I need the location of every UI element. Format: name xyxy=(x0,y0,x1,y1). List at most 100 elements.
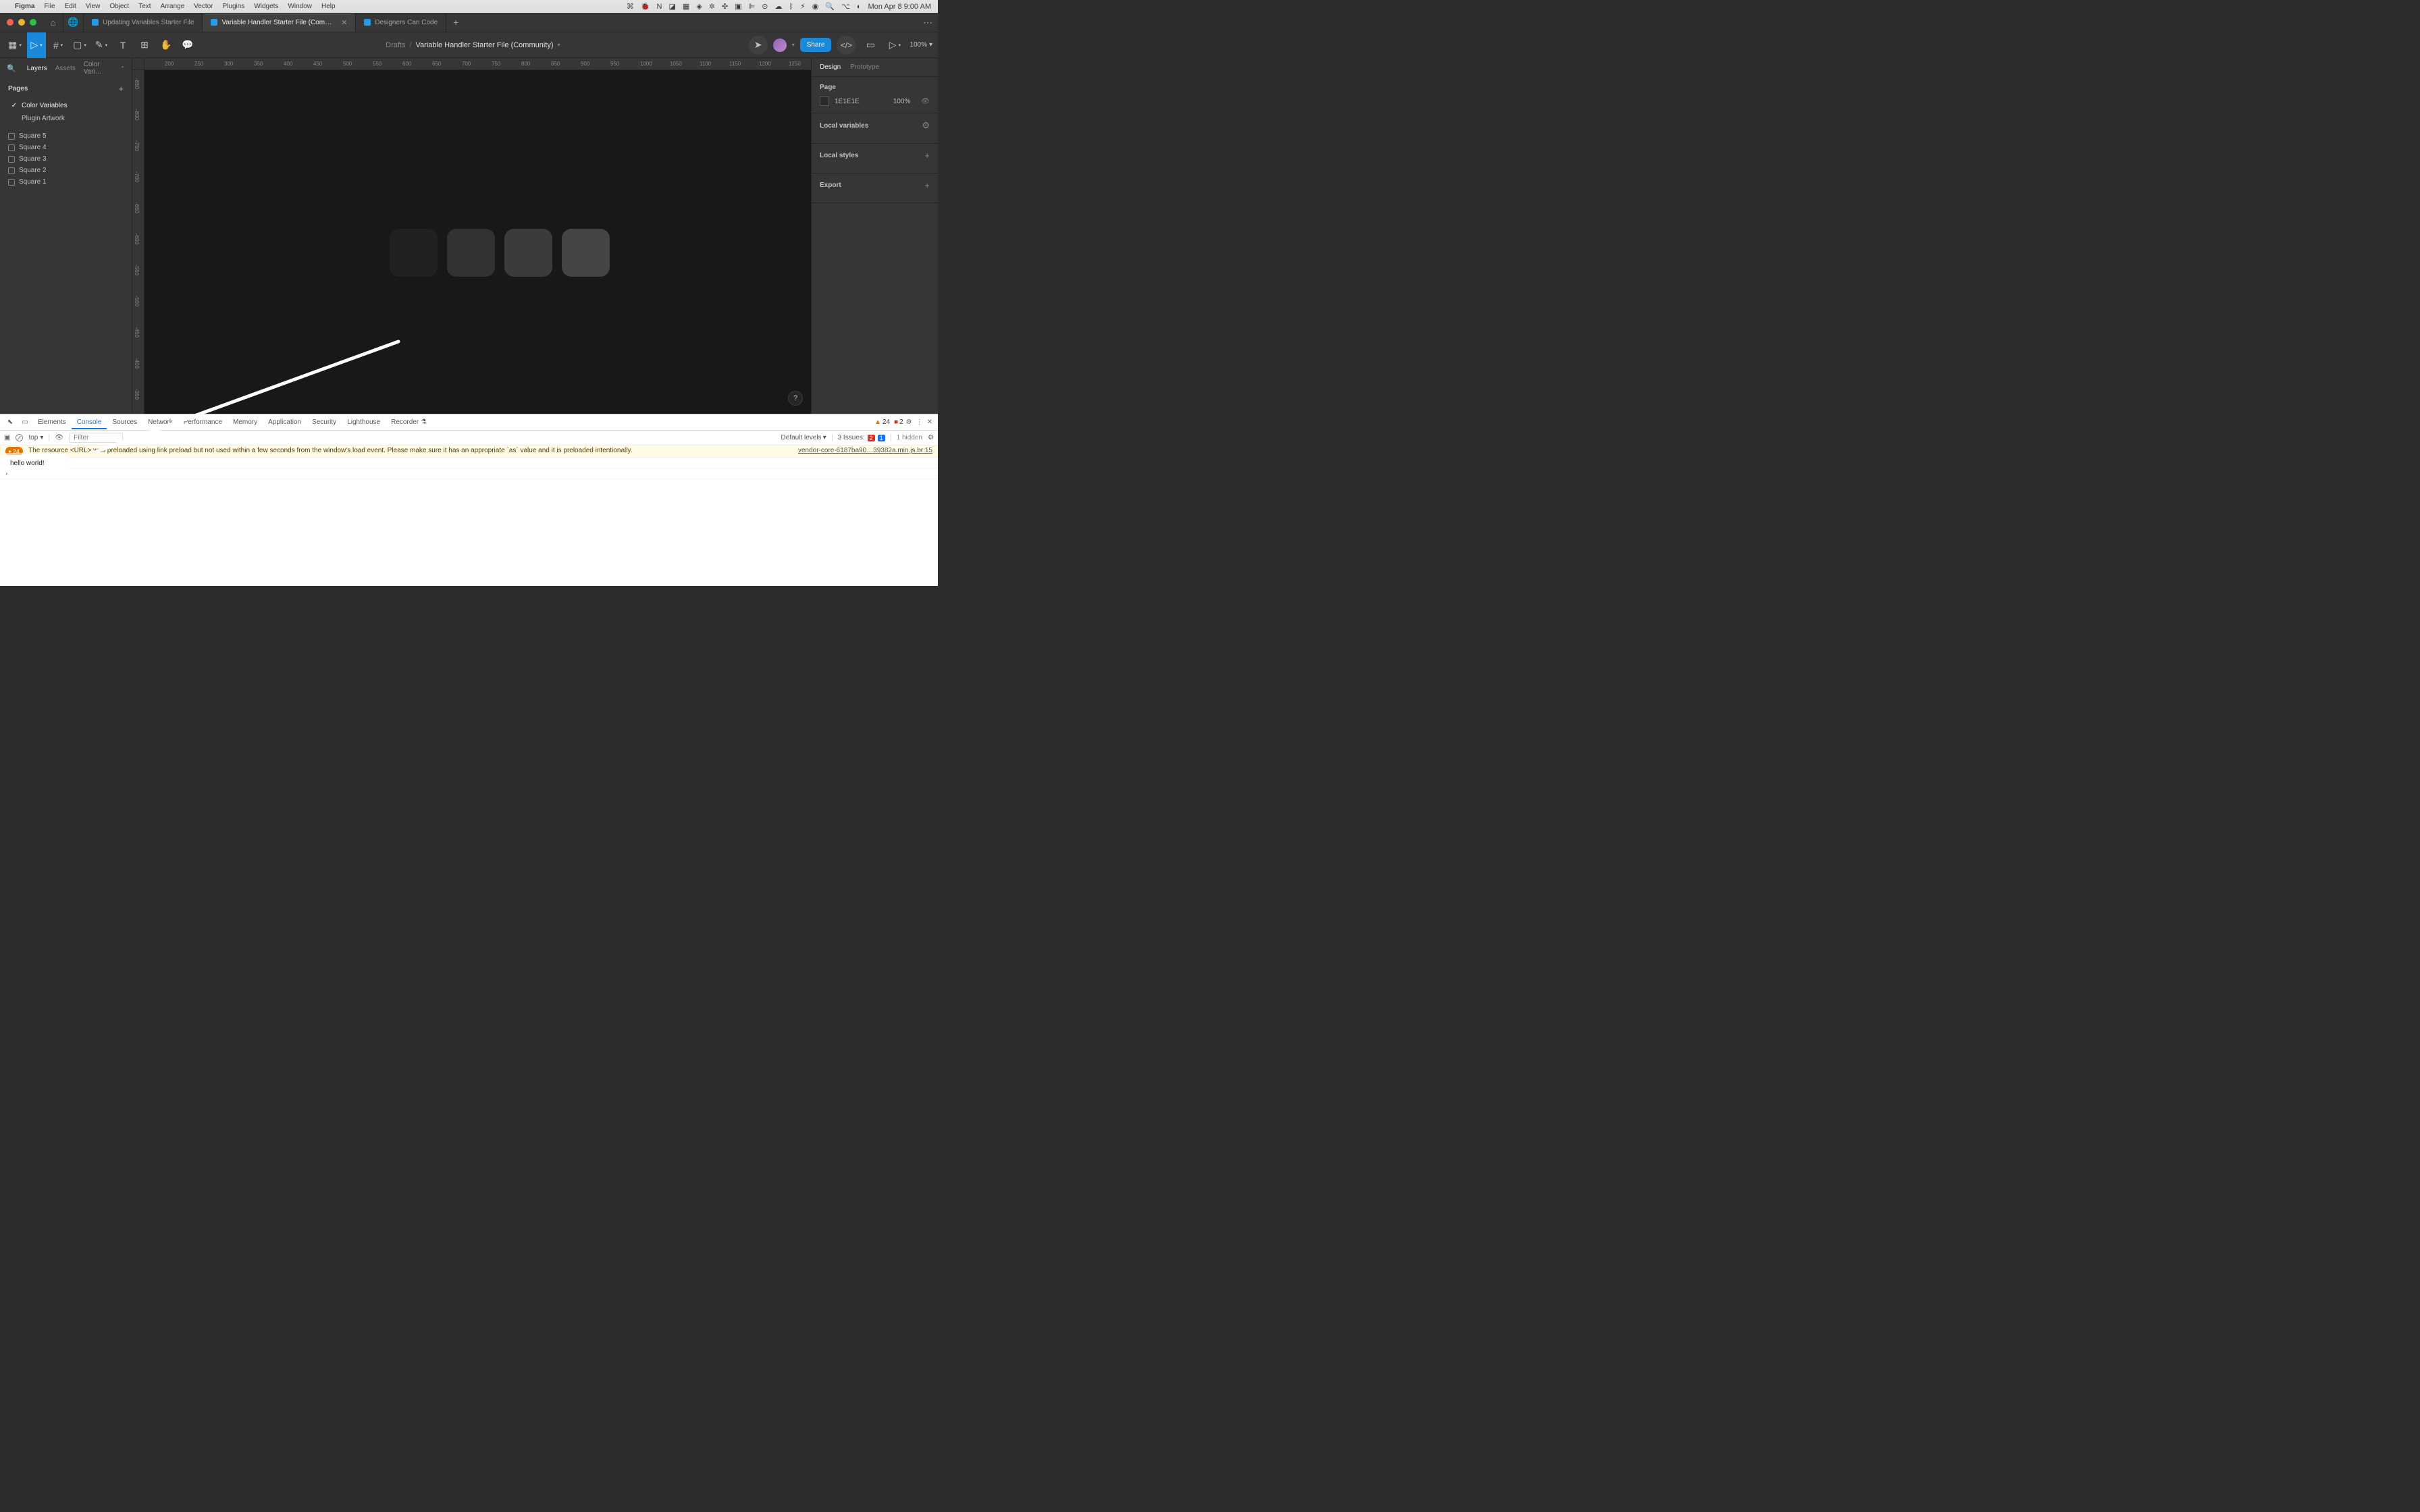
calendar-icon[interactable]: ▦ xyxy=(683,2,689,11)
tab-layers[interactable]: Layers xyxy=(27,62,47,75)
tab-updating-variables[interactable]: Updating Variables Starter File xyxy=(84,13,203,32)
menu-vector[interactable]: Vector xyxy=(194,3,213,10)
log-levels-selector[interactable]: Default levels ▾ xyxy=(781,434,826,441)
warnings-badge[interactable]: ▲24 xyxy=(874,418,890,426)
cloud-icon[interactable]: ☁ xyxy=(774,2,782,11)
tab-assets[interactable]: Assets xyxy=(55,62,76,75)
add-icon[interactable]: + xyxy=(924,180,930,190)
comment-tool[interactable]: 💬 xyxy=(178,36,197,55)
chevron-down-icon[interactable]: ▾ xyxy=(558,42,560,48)
menu-window[interactable]: Window xyxy=(288,3,312,10)
console-prompt[interactable] xyxy=(0,468,938,479)
page-plugin-artwork[interactable]: Plugin Artwork xyxy=(0,112,132,125)
file-name[interactable]: Variable Handler Starter File (Community… xyxy=(416,41,554,49)
menu-view[interactable]: View xyxy=(86,3,101,10)
layer-item[interactable]: Square 3 xyxy=(0,153,132,165)
community-button[interactable]: 🌐 xyxy=(63,13,84,32)
menu-edit[interactable]: Edit xyxy=(65,3,76,10)
siri-icon[interactable]: ◐ xyxy=(857,3,862,11)
tab-application[interactable]: Application xyxy=(263,415,307,429)
cursor-user-icon[interactable]: ➤ xyxy=(749,36,768,55)
tab-recorder[interactable]: Recorder ⚗ xyxy=(386,415,432,429)
menu-arrange[interactable]: Arrange xyxy=(161,3,185,10)
library-button[interactable]: ▭ xyxy=(861,36,880,55)
tab-designers-can-code[interactable]: Designers Can Code xyxy=(356,13,446,32)
bg-opacity[interactable]: 100% xyxy=(893,98,911,105)
settings-icon[interactable]: ⚙ xyxy=(922,120,930,131)
hand-tool[interactable]: ✋ xyxy=(157,36,176,55)
menu-plugins[interactable]: Plugins xyxy=(223,3,245,10)
close-tab-icon[interactable]: ✕ xyxy=(341,18,347,27)
visibility-icon[interactable]: 👁 xyxy=(921,98,930,105)
layer-item[interactable]: Square 5 xyxy=(0,130,132,142)
hidden-count[interactable]: 1 hidden xyxy=(891,434,922,441)
live-expression-icon[interactable]: 👁 xyxy=(55,434,63,441)
new-tab-button[interactable]: + xyxy=(446,13,465,32)
search-icon[interactable]: 🔍 xyxy=(7,64,16,73)
text-tool[interactable]: T xyxy=(113,36,132,55)
status-icon[interactable]: ⊙ xyxy=(762,2,768,11)
console-log-line[interactable]: hello world! xyxy=(0,458,938,468)
avatar[interactable] xyxy=(773,38,787,52)
devtools-settings-icon[interactable]: ⚙ xyxy=(906,418,912,426)
canvas[interactable] xyxy=(144,70,811,414)
page-selector[interactable]: Color Vari…⌃ xyxy=(84,61,125,76)
console-warning-line[interactable]: 24 The resource <URL> was preloaded usin… xyxy=(0,446,938,458)
wifi-icon[interactable]: ◉ xyxy=(812,2,819,11)
tab-performance[interactable]: Performance xyxy=(178,415,228,429)
maximize-window-button[interactable] xyxy=(30,19,36,26)
devtools-close-icon[interactable]: ✕ xyxy=(927,418,932,426)
tab-prototype[interactable]: Prototype xyxy=(850,63,879,71)
errors-badge[interactable]: ■2 xyxy=(894,418,903,426)
tab-lighthouse[interactable]: Lighthouse xyxy=(342,415,386,429)
square-4[interactable] xyxy=(504,229,552,277)
source-link[interactable]: vendor-core-6187ba90…39382a.min.js.br:15 xyxy=(798,447,932,454)
tab-sources[interactable]: Sources xyxy=(107,415,142,429)
layer-item[interactable]: Square 1 xyxy=(0,176,132,188)
sidebar-toggle-icon[interactable]: ▣ xyxy=(4,434,10,441)
clock[interactable]: Mon Apr 8 9:00 AM xyxy=(868,3,931,11)
resources-tool[interactable]: ⊞ xyxy=(135,36,154,55)
help-button[interactable]: ? xyxy=(788,391,803,406)
bg-hex[interactable]: 1E1E1E xyxy=(835,98,860,105)
home-button[interactable]: ⌂ xyxy=(43,13,63,32)
square-1[interactable] xyxy=(332,229,380,277)
device-toolbar-icon[interactable]: ▭ xyxy=(18,415,32,430)
shape-tool[interactable]: ▢▾ xyxy=(70,36,89,55)
status-icon[interactable]: 🐞 xyxy=(641,2,650,11)
issues-badge[interactable]: 3 Issues: 2 1 xyxy=(832,434,885,441)
menu-file[interactable]: File xyxy=(44,3,55,10)
pen-tool[interactable]: ✎▾ xyxy=(92,36,111,55)
page-color-variables[interactable]: ✓ Color Variables xyxy=(0,99,132,112)
main-menu-button[interactable]: ▦▾ xyxy=(5,36,24,55)
tab-console[interactable]: Console xyxy=(72,415,107,429)
search-icon[interactable]: 🔍 xyxy=(825,2,835,11)
bluetooth-icon[interactable]: ᛒ xyxy=(789,3,793,11)
frame-tool[interactable]: #▾ xyxy=(49,36,68,55)
color-swatch[interactable] xyxy=(820,97,829,106)
dev-mode-button[interactable]: </> xyxy=(837,36,856,55)
tab-design[interactable]: Design xyxy=(820,63,841,71)
inspect-element-icon[interactable]: ⬉ xyxy=(3,415,18,430)
tab-variable-handler[interactable]: Variable Handler Starter File (Com… ✕ xyxy=(203,13,356,32)
menu-object[interactable]: Object xyxy=(109,3,129,10)
status-icon[interactable]: ✣ xyxy=(722,2,728,11)
menu-text[interactable]: Text xyxy=(138,3,151,10)
move-tool[interactable]: ▷▾ xyxy=(27,32,46,58)
tab-elements[interactable]: Elements xyxy=(32,415,72,429)
console-settings-icon[interactable]: ⚙ xyxy=(928,434,934,441)
battery-icon[interactable]: ⚡︎ xyxy=(800,2,806,11)
minimize-window-button[interactable] xyxy=(18,19,25,26)
close-window-button[interactable] xyxy=(7,19,14,26)
breadcrumb-root[interactable]: Drafts xyxy=(386,41,405,49)
tab-network[interactable]: Network xyxy=(142,415,178,429)
status-icon[interactable]: ▣ xyxy=(735,2,741,11)
background-row[interactable]: 1E1E1E 100% 👁 xyxy=(820,97,930,106)
devtools-more-icon[interactable]: ⋮ xyxy=(916,418,923,426)
notion-icon[interactable]: N xyxy=(657,3,662,11)
share-button[interactable]: Share xyxy=(800,38,832,52)
overflow-menu-button[interactable]: ⋯ xyxy=(918,13,938,32)
clear-console-icon[interactable] xyxy=(16,434,23,441)
layer-item[interactable]: Square 4 xyxy=(0,142,132,153)
square-2[interactable] xyxy=(390,229,438,277)
